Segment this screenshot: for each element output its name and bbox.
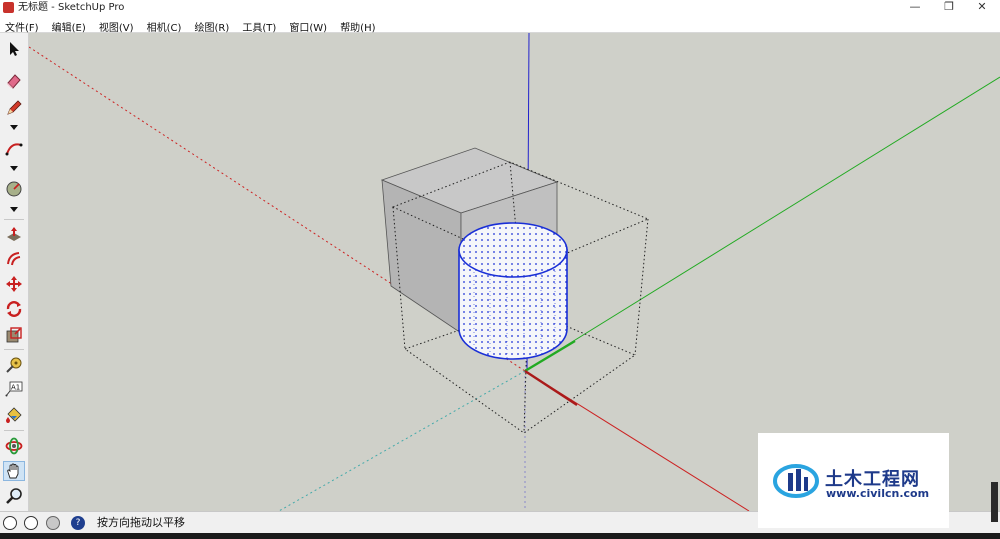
cylinder-object[interactable] (458, 222, 568, 360)
line-tool-button[interactable] (3, 98, 25, 118)
tape-measure-tool-button[interactable] (3, 355, 25, 375)
chevron-down-icon[interactable] (9, 124, 19, 131)
close-button[interactable]: ✕ (967, 0, 997, 16)
red-axis-highlight (524, 369, 578, 407)
toolbar-separator (4, 430, 24, 431)
svg-text:A1: A1 (11, 384, 20, 392)
paint-bucket-tool-button[interactable] (3, 405, 25, 425)
hand-icon (7, 463, 19, 479)
move-tool-button[interactable] (3, 274, 25, 294)
user-icon[interactable] (46, 516, 60, 530)
green-axis (524, 76, 1000, 372)
rotate-tool-button[interactable] (3, 299, 25, 319)
scale-tool-button[interactable] (3, 325, 25, 345)
watermark-url: www.civilcn.com (826, 487, 930, 500)
move-icon (6, 276, 22, 292)
chevron-down-icon[interactable] (9, 206, 19, 213)
offset-tool-button[interactable] (3, 249, 25, 269)
title-bar: 无标题 - SketchUp Pro — ❐ ✕ (0, 0, 1000, 16)
offset-icon (7, 252, 21, 266)
window-title: 无标题 - SketchUp Pro (18, 2, 125, 13)
toolbar-separator (4, 349, 24, 350)
pencil-icon (7, 100, 22, 115)
large-tool-set: A1 (0, 33, 29, 511)
paint-bucket-icon (6, 407, 22, 423)
orbit-icon (5, 437, 23, 455)
arrow-icon (10, 42, 19, 56)
credits-icon[interactable] (24, 516, 38, 530)
restore-button[interactable]: ❐ (934, 0, 964, 16)
sketchup-logo-icon (3, 2, 14, 13)
magnifier-icon (6, 488, 22, 504)
shape-icon (6, 181, 22, 197)
shape-tool-button[interactable] (3, 179, 25, 199)
push-pull-tool-button[interactable] (3, 225, 25, 245)
scale-icon (6, 327, 22, 343)
orbit-tool-button[interactable] (3, 436, 25, 456)
toolbar-separator (4, 219, 24, 220)
select-tool-button[interactable] (3, 39, 25, 59)
pan-tool-button[interactable] (3, 461, 25, 481)
taskbar-edge (0, 533, 1000, 539)
menu-bar: 文件(F) 编辑(E) 视图(V) 相机(C) 绘图(R) 工具(T) 窗口(W… (0, 16, 1000, 34)
eraser-icon (7, 74, 21, 89)
help-icon[interactable]: ? (71, 516, 85, 530)
civilcn-logo-icon (773, 464, 819, 498)
rotate-icon (6, 301, 22, 317)
push-pull-icon (7, 227, 21, 241)
tape-measure-icon (6, 357, 22, 373)
minimize-button[interactable]: — (900, 0, 930, 16)
status-message: 按方向拖动以平移 (97, 516, 185, 529)
arc-icon (5, 143, 23, 156)
green-axis-negative (278, 370, 526, 511)
level-meter (991, 482, 998, 522)
chevron-down-icon[interactable] (9, 165, 19, 172)
arc-tool-button[interactable] (3, 139, 25, 159)
eraser-tool-button[interactable] (3, 71, 25, 91)
zoom-tool-button[interactable] (3, 486, 25, 506)
geolocation-icon[interactable] (3, 516, 17, 530)
text-tool-button[interactable]: A1 (3, 379, 25, 399)
text-label-icon: A1 (5, 381, 23, 397)
